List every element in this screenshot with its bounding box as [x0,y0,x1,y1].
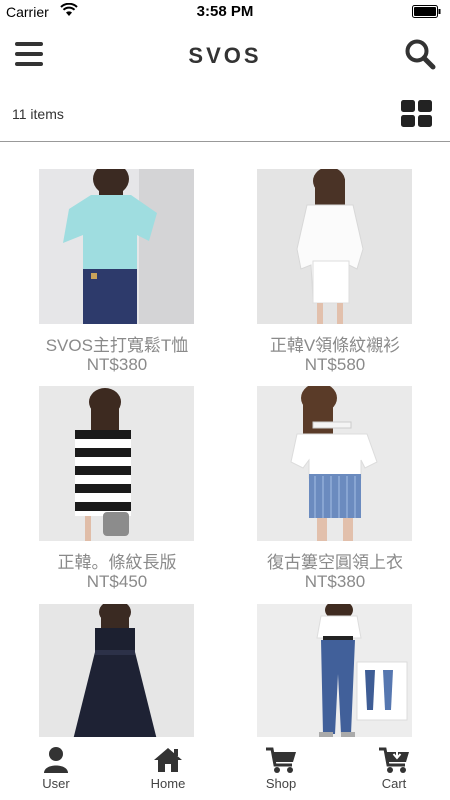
product-card[interactable] [17,604,217,737]
product-image [257,386,412,541]
product-price: NT$450 [86,572,148,591]
tab-label: Cart [381,776,407,791]
tab-label: Home [150,776,186,791]
user-icon [44,747,68,773]
nav-bar: SVOS [0,28,450,84]
grid-view-icon [401,100,432,127]
product-price: NT$580 [304,355,366,374]
item-count: 11 items [12,106,64,122]
product-price: NT$380 [86,355,148,374]
product-card[interactable]: 正韓。條紋長版 NT$450 [17,386,217,601]
product-image [39,386,194,541]
filter-row: 11 items [0,88,450,140]
tab-user[interactable]: User [16,746,96,800]
tab-cart[interactable]: Cart [354,746,434,800]
tab-label: User [42,776,70,791]
search-icon [405,39,436,70]
product-price: NT$380 [304,572,366,591]
home-icon [154,748,182,772]
product-name: 正韓V領條紋襯衫 [269,336,401,355]
screen: Carrier 3:58 PM SVOS 11 items SVOS主打寬鬆T恤… [0,0,450,800]
tab-bar: User Home Shop Cart [0,738,450,800]
product-image [39,604,194,737]
product-card[interactable]: 正韓V領條紋襯衫 NT$580 [235,169,435,384]
tab-label: Shop [265,776,297,791]
product-card[interactable] [235,604,435,737]
search-button[interactable] [404,38,436,70]
product-name: 復古簍空圓領上衣 [267,553,403,572]
cart-icon [266,747,296,773]
battery-icon [412,5,442,21]
status-time: 3:58 PM [196,3,254,20]
grid-view-button[interactable] [400,96,434,130]
product-name: 正韓。條紋長版 [57,553,177,572]
brand-title: SVOS [188,43,262,68]
product-card[interactable]: SVOS主打寬鬆T恤 NT$380 [17,169,217,384]
product-card[interactable]: 復古簍空圓領上衣 NT$380 [235,386,435,601]
status-bar: Carrier 3:58 PM [0,0,450,24]
tab-shop[interactable]: Shop [241,746,321,800]
tab-home[interactable]: Home [128,746,208,800]
product-name: SVOS主打寬鬆T恤 [45,336,189,355]
product-image [257,169,412,324]
product-image [39,169,194,324]
product-grid: SVOS主打寬鬆T恤 NT$380 正韓V領條紋襯衫 NT$580 正韓。條紋長… [0,142,450,737]
product-image [257,604,412,737]
cart-download-icon [379,747,409,773]
